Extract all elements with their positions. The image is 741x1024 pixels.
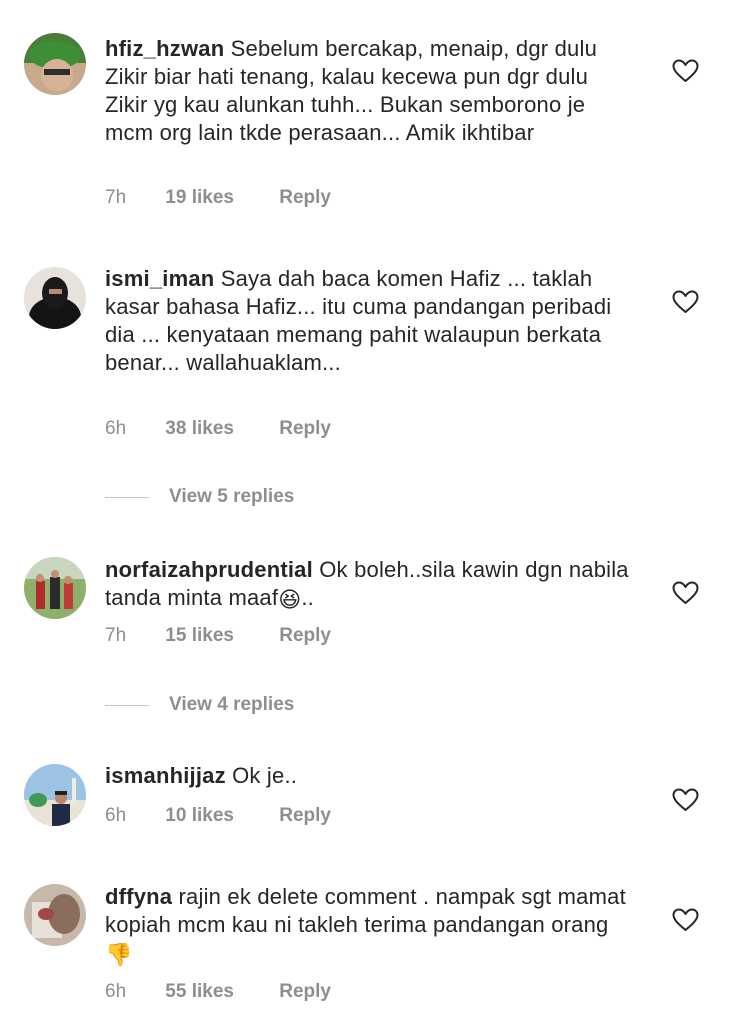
timestamp: 6h: [105, 981, 127, 1002]
reply-button[interactable]: Reply: [279, 187, 331, 209]
view-replies-button[interactable]: View 4 replies: [105, 694, 294, 716]
avatar[interactable]: [24, 884, 86, 946]
username[interactable]: dffyna: [105, 884, 172, 909]
timestamp: 7h: [105, 187, 127, 208]
timestamp: 6h: [105, 805, 127, 826]
reply-thread-line: [105, 496, 149, 498]
heart-icon[interactable]: [672, 788, 699, 812]
thumbs-down-emoji-icon: 👎: [105, 942, 133, 967]
timestamp: 6h: [105, 418, 127, 439]
heart-icon[interactable]: [672, 290, 699, 314]
heart-icon[interactable]: [672, 59, 699, 83]
comment-text: ismanhijjaz Ok je..: [105, 762, 630, 790]
reply-button[interactable]: Reply: [279, 418, 331, 440]
heart-icon[interactable]: [672, 581, 699, 605]
comment-meta: 6h 55 likes Reply: [105, 981, 331, 1003]
comment-text: dffyna rajin ek delete comment . nampak …: [105, 883, 630, 969]
reply-button[interactable]: Reply: [279, 625, 331, 647]
comment-meta: 7h 19 likes Reply: [105, 187, 331, 209]
likes-count[interactable]: 38 likes: [165, 418, 234, 440]
avatar[interactable]: [24, 557, 86, 619]
reply-thread-line: [105, 704, 149, 706]
likes-count[interactable]: 15 likes: [165, 625, 234, 647]
view-replies-label: View 4 replies: [169, 694, 295, 715]
avatar[interactable]: [24, 267, 86, 329]
avatar[interactable]: [24, 764, 86, 826]
username[interactable]: ismanhijjaz: [105, 763, 226, 788]
avatar[interactable]: [24, 33, 86, 95]
likes-count[interactable]: 19 likes: [165, 187, 234, 209]
laughing-emoji-icon: 😆: [278, 587, 302, 612]
comment-body: rajin ek delete comment . nampak sgt mam…: [105, 884, 626, 937]
username[interactable]: ismi_iman: [105, 266, 214, 291]
comment-text: ismi_iman Saya dah baca komen Hafiz ... …: [105, 265, 630, 377]
username[interactable]: norfaizahprudential: [105, 557, 313, 582]
reply-button[interactable]: Reply: [279, 805, 331, 827]
heart-icon[interactable]: [672, 908, 699, 932]
comment-meta: 6h 10 likes Reply: [105, 805, 331, 827]
view-replies-label: View 5 replies: [169, 486, 295, 507]
comment-text: hfiz_hzwan Sebelum bercakap, menaip, dgr…: [105, 35, 630, 147]
username[interactable]: hfiz_hzwan: [105, 36, 224, 61]
likes-count[interactable]: 55 likes: [165, 981, 234, 1003]
comment-text: norfaizahprudential Ok boleh..sila kawin…: [105, 556, 630, 614]
comment-meta: 7h 15 likes Reply: [105, 625, 331, 647]
view-replies-button[interactable]: View 5 replies: [105, 486, 294, 508]
likes-count[interactable]: 10 likes: [165, 805, 234, 827]
reply-button[interactable]: Reply: [279, 981, 331, 1003]
timestamp: 7h: [105, 625, 127, 646]
comment-body-tail: ..: [301, 585, 314, 610]
comment-body: Ok je..: [232, 763, 298, 788]
comment-meta: 6h 38 likes Reply: [105, 418, 331, 440]
